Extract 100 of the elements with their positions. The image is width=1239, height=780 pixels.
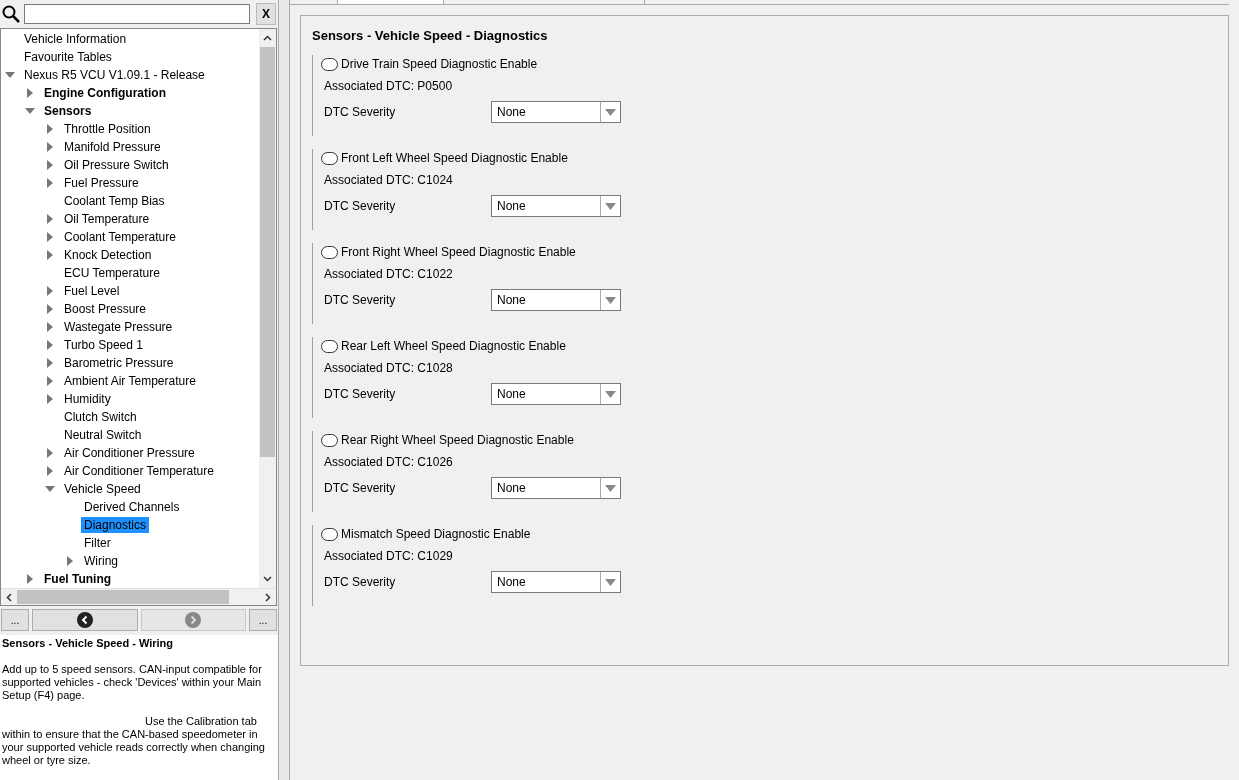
clear-button[interactable]: X xyxy=(256,3,276,25)
field-label: DTC Severity xyxy=(324,575,397,589)
tree-item[interactable]: Air Conditioner Pressure xyxy=(61,445,198,461)
back-button[interactable] xyxy=(32,609,138,631)
tree-item[interactable]: ECU Temperature xyxy=(61,265,163,281)
collapsed-arrow-icon[interactable] xyxy=(45,466,55,476)
dropdown-arrow-icon xyxy=(605,390,616,398)
collapsed-arrow-icon[interactable] xyxy=(45,160,55,170)
scroll-left-icon[interactable] xyxy=(6,592,12,602)
tree-item[interactable]: Oil Temperature xyxy=(61,211,153,227)
toggle-switch[interactable] xyxy=(321,245,338,259)
collapsed-arrow-icon[interactable] xyxy=(45,376,55,386)
tree-item[interactable]: Vehicle Speed xyxy=(61,481,144,497)
collapsed-arrow-icon[interactable] xyxy=(45,322,55,332)
tree-item[interactable]: Throttle Position xyxy=(61,121,154,137)
more-button[interactable]: ... xyxy=(1,609,29,631)
tree-item[interactable]: Turbo Speed 1 xyxy=(61,337,146,353)
tree-item[interactable]: Air Conditioner Temperature xyxy=(61,463,217,479)
tree-item[interactable]: Boost Pressure xyxy=(61,301,150,317)
collapsed-arrow-icon[interactable] xyxy=(25,88,35,98)
tree-item[interactable]: Knock Detection xyxy=(61,247,155,263)
tree-item[interactable]: Barometric Pressure xyxy=(61,355,177,371)
expanded-arrow-icon[interactable] xyxy=(5,70,15,80)
tree-item[interactable]: Derived Channels xyxy=(81,499,183,515)
dtc-text: Associated DTC: C1024 xyxy=(324,173,454,187)
collapsed-arrow-icon[interactable] xyxy=(45,358,55,368)
tree-item[interactable]: Diagnostics xyxy=(81,517,150,533)
collapsed-arrow-icon[interactable] xyxy=(45,394,55,404)
collapsed-arrow-icon[interactable] xyxy=(45,142,55,152)
horizontal-scrollbar[interactable] xyxy=(1,588,276,605)
toggle-switch[interactable] xyxy=(321,433,338,447)
help-text: Use the Calibration tab within to ensure that the CAN-based speedometer in your supported vehicle reads correctly when changing wheel or tyre size. xyxy=(2,715,266,767)
tree-item[interactable]: Ambient Air Temperature xyxy=(61,373,199,389)
collapsed-arrow-icon[interactable] xyxy=(45,448,55,458)
tree-item[interactable]: Filter xyxy=(81,535,114,551)
tree-item[interactable]: Coolant Temperature xyxy=(61,229,179,245)
collapsed-arrow-icon[interactable] xyxy=(45,232,55,242)
collapsed-arrow-icon[interactable] xyxy=(65,556,75,566)
field-label: DTC Severity xyxy=(324,387,397,401)
collapsed-arrow-icon[interactable] xyxy=(45,304,55,314)
tree-item[interactable]: Fuel Tuning xyxy=(41,571,115,587)
tree-item[interactable]: Oil Pressure Switch xyxy=(61,157,172,173)
search-icon[interactable] xyxy=(2,5,20,23)
severity-dropdown[interactable]: None xyxy=(491,101,621,123)
vertical-scrollbar[interactable] xyxy=(259,29,276,588)
tree-item[interactable]: Humidity xyxy=(61,391,114,407)
toggle-switch[interactable] xyxy=(321,151,338,165)
collapsed-arrow-icon[interactable] xyxy=(45,124,55,134)
toggle-switch[interactable] xyxy=(321,339,338,353)
dropdown-arrow-icon xyxy=(605,202,616,210)
tree-item[interactable]: Wiring xyxy=(81,553,121,569)
tree-item[interactable]: Manifold Pressure xyxy=(61,139,164,155)
severity-dropdown[interactable]: None xyxy=(491,383,621,405)
collapsed-arrow-icon[interactable] xyxy=(25,574,35,584)
option-label: Front Right Wheel Speed Diagnostic Enable xyxy=(341,245,576,259)
field-label: DTC Severity xyxy=(324,481,397,495)
tree-item[interactable]: Engine Configuration xyxy=(41,85,169,101)
tree-item[interactable]: Sensors xyxy=(41,103,95,119)
dropdown-arrow-icon xyxy=(605,578,616,586)
collapsed-arrow-icon[interactable] xyxy=(45,250,55,260)
dtc-text: Associated DTC: P0500 xyxy=(324,79,454,93)
scroll-up-icon[interactable] xyxy=(263,35,272,41)
search-field[interactable] xyxy=(24,4,250,24)
toggle-switch[interactable] xyxy=(321,57,338,71)
dtc-text: Associated DTC: C1022 xyxy=(324,267,454,281)
severity-dropdown[interactable]: None xyxy=(491,571,621,593)
option-label: Front Left Wheel Speed Diagnostic Enable xyxy=(341,151,568,165)
collapsed-arrow-icon[interactable] xyxy=(45,214,55,224)
panel-title: Sensors - Vehicle Speed - Diagnostics xyxy=(312,28,549,43)
scroll-right-icon[interactable] xyxy=(265,592,271,602)
tree-item[interactable]: Clutch Switch xyxy=(61,409,140,425)
severity-dropdown[interactable]: None xyxy=(491,289,621,311)
collapsed-arrow-icon[interactable] xyxy=(45,178,55,188)
tree-item[interactable]: Nexus R5 VCU V1.09.1 - Release xyxy=(21,67,208,83)
expanded-arrow-icon[interactable] xyxy=(45,484,55,494)
collapsed-arrow-icon[interactable] xyxy=(45,286,55,296)
field-label: DTC Severity xyxy=(324,199,397,213)
tree-item[interactable]: Neutral Switch xyxy=(61,427,145,443)
tree-item[interactable]: Fuel Pressure xyxy=(61,175,142,191)
option-label: Rear Right Wheel Speed Diagnostic Enable xyxy=(341,433,574,447)
help-title: Sensors - Vehicle Speed - Wiring xyxy=(2,637,175,650)
collapsed-arrow-icon[interactable] xyxy=(45,340,55,350)
dtc-text: Associated DTC: C1026 xyxy=(324,455,454,469)
dropdown-arrow-icon xyxy=(605,108,616,116)
expanded-arrow-icon[interactable] xyxy=(25,106,35,116)
toggle-switch[interactable] xyxy=(321,527,338,541)
tree-item[interactable]: Wastegate Pressure xyxy=(61,319,176,335)
dtc-text: Associated DTC: C1029 xyxy=(324,549,454,563)
severity-dropdown[interactable]: None xyxy=(491,477,621,499)
tree-item[interactable]: Vehicle Information xyxy=(21,31,130,47)
option-label: Mismatch Speed Diagnostic Enable xyxy=(341,527,531,541)
forward-icon xyxy=(185,612,202,628)
scroll-down-icon[interactable] xyxy=(263,576,272,582)
tree-item[interactable]: Fuel Level xyxy=(61,283,123,299)
tree-item[interactable]: Favourite Tables xyxy=(21,49,115,65)
tree-item[interactable]: Coolant Temp Bias xyxy=(61,193,168,209)
more-button[interactable]: ... xyxy=(249,609,277,631)
dropdown-arrow-icon xyxy=(605,484,616,492)
severity-dropdown[interactable]: None xyxy=(491,195,621,217)
option-label: Drive Train Speed Diagnostic Enable xyxy=(341,57,538,71)
